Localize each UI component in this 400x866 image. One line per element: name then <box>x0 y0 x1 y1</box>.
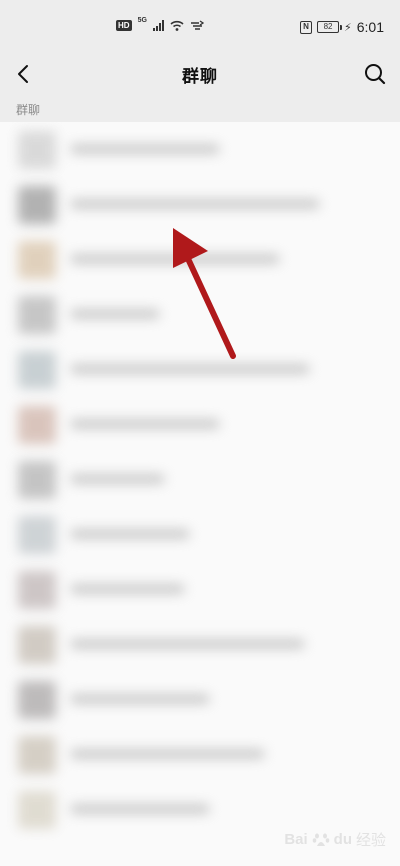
hotspot-icon <box>190 20 204 30</box>
group-avatar <box>18 296 56 334</box>
status-time: 6:01 <box>356 19 384 35</box>
group-chat-row[interactable] <box>0 562 400 617</box>
search-icon[interactable] <box>362 61 388 87</box>
group-avatar <box>18 131 56 169</box>
group-name-placeholder <box>70 144 220 154</box>
group-chat-row[interactable] <box>0 342 400 397</box>
group-name-placeholder <box>70 749 265 759</box>
group-chat-row[interactable] <box>0 397 400 452</box>
group-chat-row[interactable] <box>0 672 400 727</box>
group-avatar <box>18 736 56 774</box>
group-name-placeholder <box>70 199 320 209</box>
group-avatar <box>18 571 56 609</box>
watermark-cn: 经验 <box>355 831 386 849</box>
signal-icon <box>152 20 164 31</box>
group-avatar <box>18 241 56 279</box>
group-name-placeholder <box>70 474 165 484</box>
group-name-placeholder <box>70 309 160 319</box>
group-chat-row[interactable] <box>0 177 400 232</box>
group-avatar <box>18 461 56 499</box>
group-name-placeholder <box>70 419 220 429</box>
charging-icon: ⚡ <box>344 20 352 34</box>
group-avatar <box>18 516 56 554</box>
group-chat-row[interactable] <box>0 452 400 507</box>
group-name-placeholder <box>70 364 310 374</box>
group-avatar <box>18 626 56 664</box>
hd-badge: HD <box>116 20 132 31</box>
status-right: N 82 ⚡ 6:01 <box>300 19 384 35</box>
status-left: HD 5G <box>116 17 204 31</box>
group-name-placeholder <box>70 639 305 649</box>
group-avatar <box>18 681 56 719</box>
nfc-icon: N <box>300 20 313 34</box>
baidu-watermark: Bai du 经验 <box>284 829 386 850</box>
group-chat-row[interactable] <box>0 122 400 177</box>
group-name-placeholder <box>70 804 210 814</box>
group-name-placeholder <box>70 694 210 704</box>
group-name-placeholder <box>70 584 185 594</box>
group-name-placeholder <box>70 254 280 264</box>
group-chat-row[interactable] <box>0 232 400 287</box>
group-chat-list <box>0 122 400 866</box>
group-chat-row[interactable] <box>0 727 400 782</box>
section-label: 群聊 <box>16 103 41 117</box>
group-avatar <box>18 351 56 389</box>
status-bar: HD 5G N 82 ⚡ 6:01 <box>0 0 400 52</box>
page-title: 群聊 <box>182 67 218 87</box>
section-header: 群聊 <box>0 96 400 122</box>
group-chat-row[interactable] <box>0 617 400 672</box>
group-chat-row[interactable] <box>0 507 400 562</box>
watermark-bai: Bai <box>284 831 308 848</box>
group-avatar <box>18 791 56 829</box>
group-avatar <box>18 406 56 444</box>
group-chat-row[interactable] <box>0 287 400 342</box>
wifi-icon <box>170 20 184 31</box>
watermark-du: du <box>333 831 352 848</box>
group-name-placeholder <box>70 529 190 539</box>
network-type: 5G <box>137 17 147 24</box>
group-avatar <box>18 186 56 224</box>
nav-bar: 群聊 <box>0 52 400 96</box>
battery-icon: 82 <box>317 21 343 33</box>
paw-icon <box>312 833 329 846</box>
